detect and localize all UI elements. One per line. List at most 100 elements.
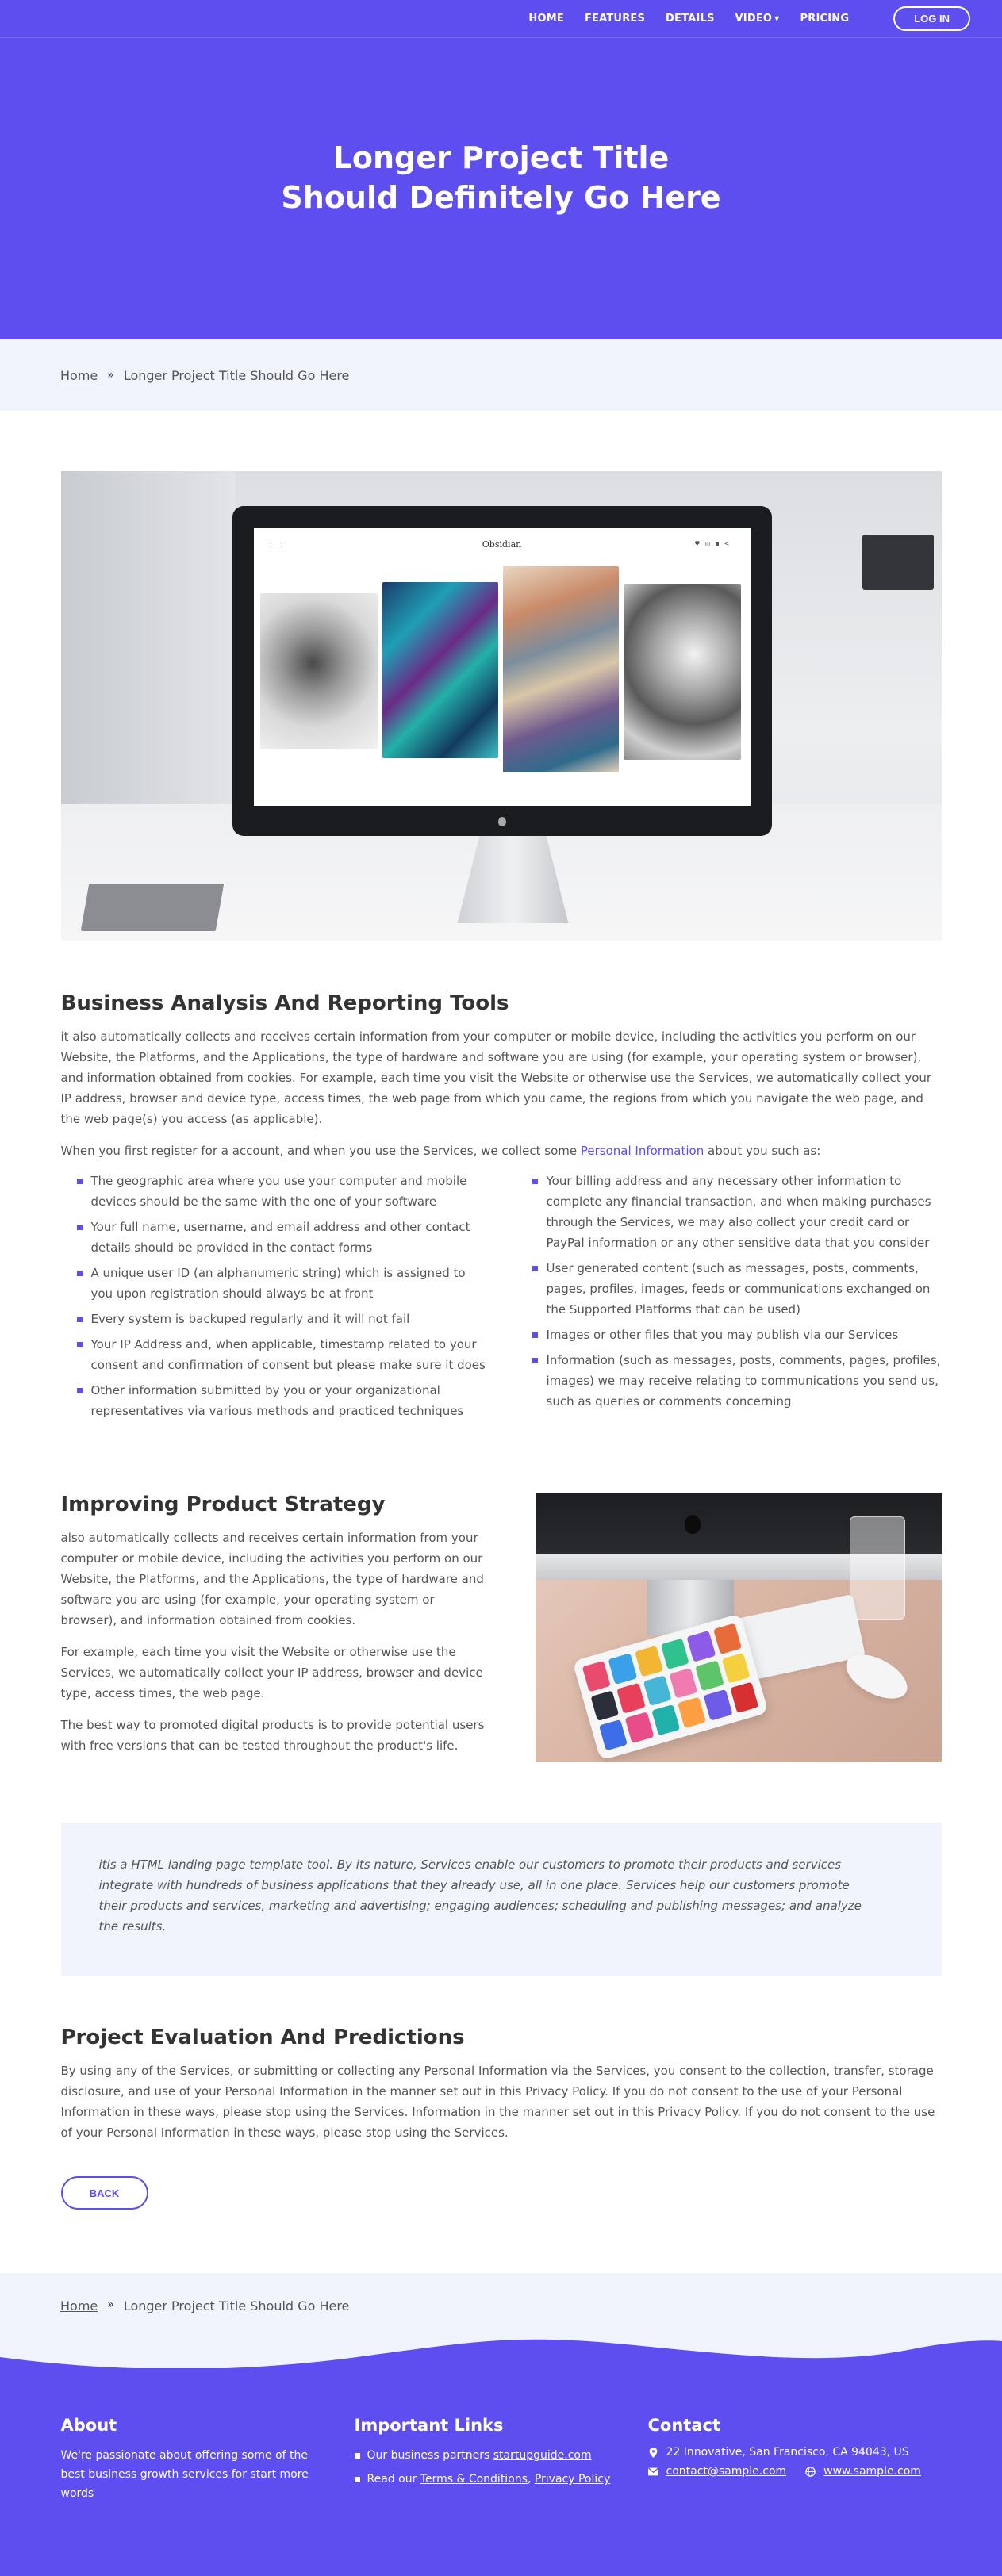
footer-about-title: About [60,2416,117,2435]
section-paragraph: By using any of the Services, or submitt… [60,2064,935,2140]
breadcrumb-home-link[interactable]: Home [60,368,98,383]
login-button[interactable]: LOG IN [893,6,970,31]
instagram-icon: ◎ [704,540,716,547]
apple-logo-icon [497,817,506,826]
footer-link-item: Our business partners startupguide.com [354,2446,648,2465]
app-tile [660,1638,689,1669]
section-title: Project Evaluation And Predictions [60,2026,465,2049]
artwork-mineral-silver [623,584,741,760]
artwork-mineral-grey [259,593,378,749]
footer-link-text: Read our [367,2473,420,2486]
nav-links: HOME FEATURES DETAILS VIDEO ▼ PRICING LOG… [528,6,970,31]
app-tile [712,1623,742,1654]
monitor-screen: Obsidian ♥◎▪< [253,528,751,806]
privacy-policy-link[interactable]: Privacy Policy [535,2473,610,2486]
list-item: Information (such as messages, posts, co… [532,1350,942,1412]
footer-about: About We're passionate about offering so… [61,2416,355,2503]
footer-links: Important Links Our business partners st… [354,2416,648,2503]
envelope-icon [647,2467,658,2475]
contact-email-web: contact@sample.com www.sample.com [647,2465,942,2478]
section-paragraph: For example, each time you visit the Web… [60,1645,483,1700]
section-paragraph: The best way to promoted digital product… [60,1718,485,1753]
breadcrumb-home-link[interactable]: Home [60,2298,98,2313]
section-text: Improving Product Strategy also automati… [61,1493,489,1762]
list-item: User generated content (such as messages… [532,1258,942,1320]
contact-address: 22 Innovative, San Francisco, CA 94043, … [648,2446,942,2459]
glass-of-water [849,1516,905,1620]
image-book [80,884,224,931]
footer-about-text: We're passionate about offering some of … [60,2449,309,2500]
artwork-blue-crystal [382,582,498,758]
nav-video-dropdown[interactable]: VIDEO ▼ [735,13,780,25]
highlight-quote: itis a HTML landing page template tool. … [60,1823,942,1976]
list-item: Other information submitted by you or yo… [76,1380,486,1421]
app-tile [634,1645,663,1677]
chevron-down-icon: ▼ [774,15,780,22]
footer-wave [0,2339,1002,2373]
page-title: Longer Project Title Should Definitely G… [281,140,721,215]
terms-link[interactable]: Terms & Conditions [420,2473,528,2486]
list-item: Every system is backuped regularly and i… [76,1309,486,1329]
footer-links-list: Our business partners startupguide.com R… [354,2446,648,2489]
section-title: Business Analysis And Reporting Tools [60,991,509,1015]
section-paragraph: also automatically collects and receives… [60,1531,484,1627]
list-item: Your IP Address and, when applicable, ti… [76,1334,486,1375]
footer-columns: About We're passionate about offering so… [61,2368,942,2503]
back-button[interactable]: BACK [60,2176,148,2210]
info-lists: The geographic area where you use your c… [61,1171,942,1426]
app-tile [616,1682,646,1714]
footer-contact: Contact 22 Innovative, San Francisco, CA… [647,2416,942,2503]
section-title: Improving Product Strategy [60,1493,386,1516]
list-item: Images or other files that you may publi… [532,1324,942,1345]
social-icons: ♥◎▪< [694,540,734,547]
app-tile [582,1660,611,1692]
nav-features[interactable]: FEATURES [585,13,645,25]
startupguide-link[interactable]: startupguide.com [493,2449,592,2462]
footer: About We're passionate about offering so… [0,2339,1002,2576]
apple-logo-icon [684,1515,701,1534]
email-link[interactable]: contact@sample.com [666,2465,787,2478]
app-tile [598,1719,628,1751]
section-product-strategy: Improving Product Strategy also automati… [61,1493,942,1762]
nav-details[interactable]: DETAILS [666,13,714,25]
double-chevron-right-icon: » [107,369,114,381]
app-tile [686,1631,716,1662]
section-project-evaluation: Project Evaluation And Predictions By us… [60,2026,942,2210]
share-icon: < [724,540,735,547]
intro-text: When you first register for a account, a… [60,1144,581,1158]
footer-contact-title: Contact [647,2416,721,2435]
list-item: A unique user ID (an alphanumeric string… [76,1263,486,1304]
app-tile [624,1712,654,1743]
hero-monitor-image: Obsidian ♥◎▪< [60,471,942,941]
tablet [571,1613,769,1761]
double-chevron-right-icon: » [107,2298,114,2311]
screen-logo: Obsidian [482,539,522,550]
footer-link-text: Our business partners [367,2449,493,2462]
app-tile [703,1689,732,1721]
breadcrumb-current: Longer Project Title Should Go Here [123,2298,350,2313]
monitor: Obsidian ♥◎▪< [232,506,772,836]
top-navbar: HOME FEATURES DETAILS VIDEO ▼ PRICING LOG… [0,0,1002,38]
artwork-mineral-color [502,566,619,772]
personal-information-link[interactable]: Personal Information [581,1144,704,1158]
address-text: 22 Innovative, San Francisco, CA 94043, … [666,2446,909,2459]
app-tile [589,1690,620,1722]
list-item: Your billing address and any necessary o… [532,1171,942,1253]
section-paragraph-intro: When you first register for a account, a… [61,1140,942,1161]
app-tile [729,1681,758,1714]
footer-link-item: Read our Terms & Conditions, Privacy Pol… [354,2470,648,2489]
linkedin-icon: ▪ [715,540,724,547]
info-list-right: Your billing address and any necessary o… [532,1171,942,1426]
nav-pricing[interactable]: PRICING [800,13,850,25]
globe-icon [805,2466,816,2477]
website-link[interactable]: www.sample.com [823,2465,921,2478]
content-container: Obsidian ♥◎▪< Business Analysis And Repo… [60,471,942,2210]
app-tile [608,1653,637,1685]
info-list-left: The geographic area where you use your c… [76,1171,486,1426]
section-paragraph: it also automatically collects and recei… [60,1029,932,1126]
app-tile [720,1652,751,1684]
app-tile [694,1660,724,1692]
nav-home[interactable]: HOME [528,13,564,25]
app-tile [642,1675,672,1707]
hero-banner: Longer Project Title Should Definitely G… [0,0,1002,339]
